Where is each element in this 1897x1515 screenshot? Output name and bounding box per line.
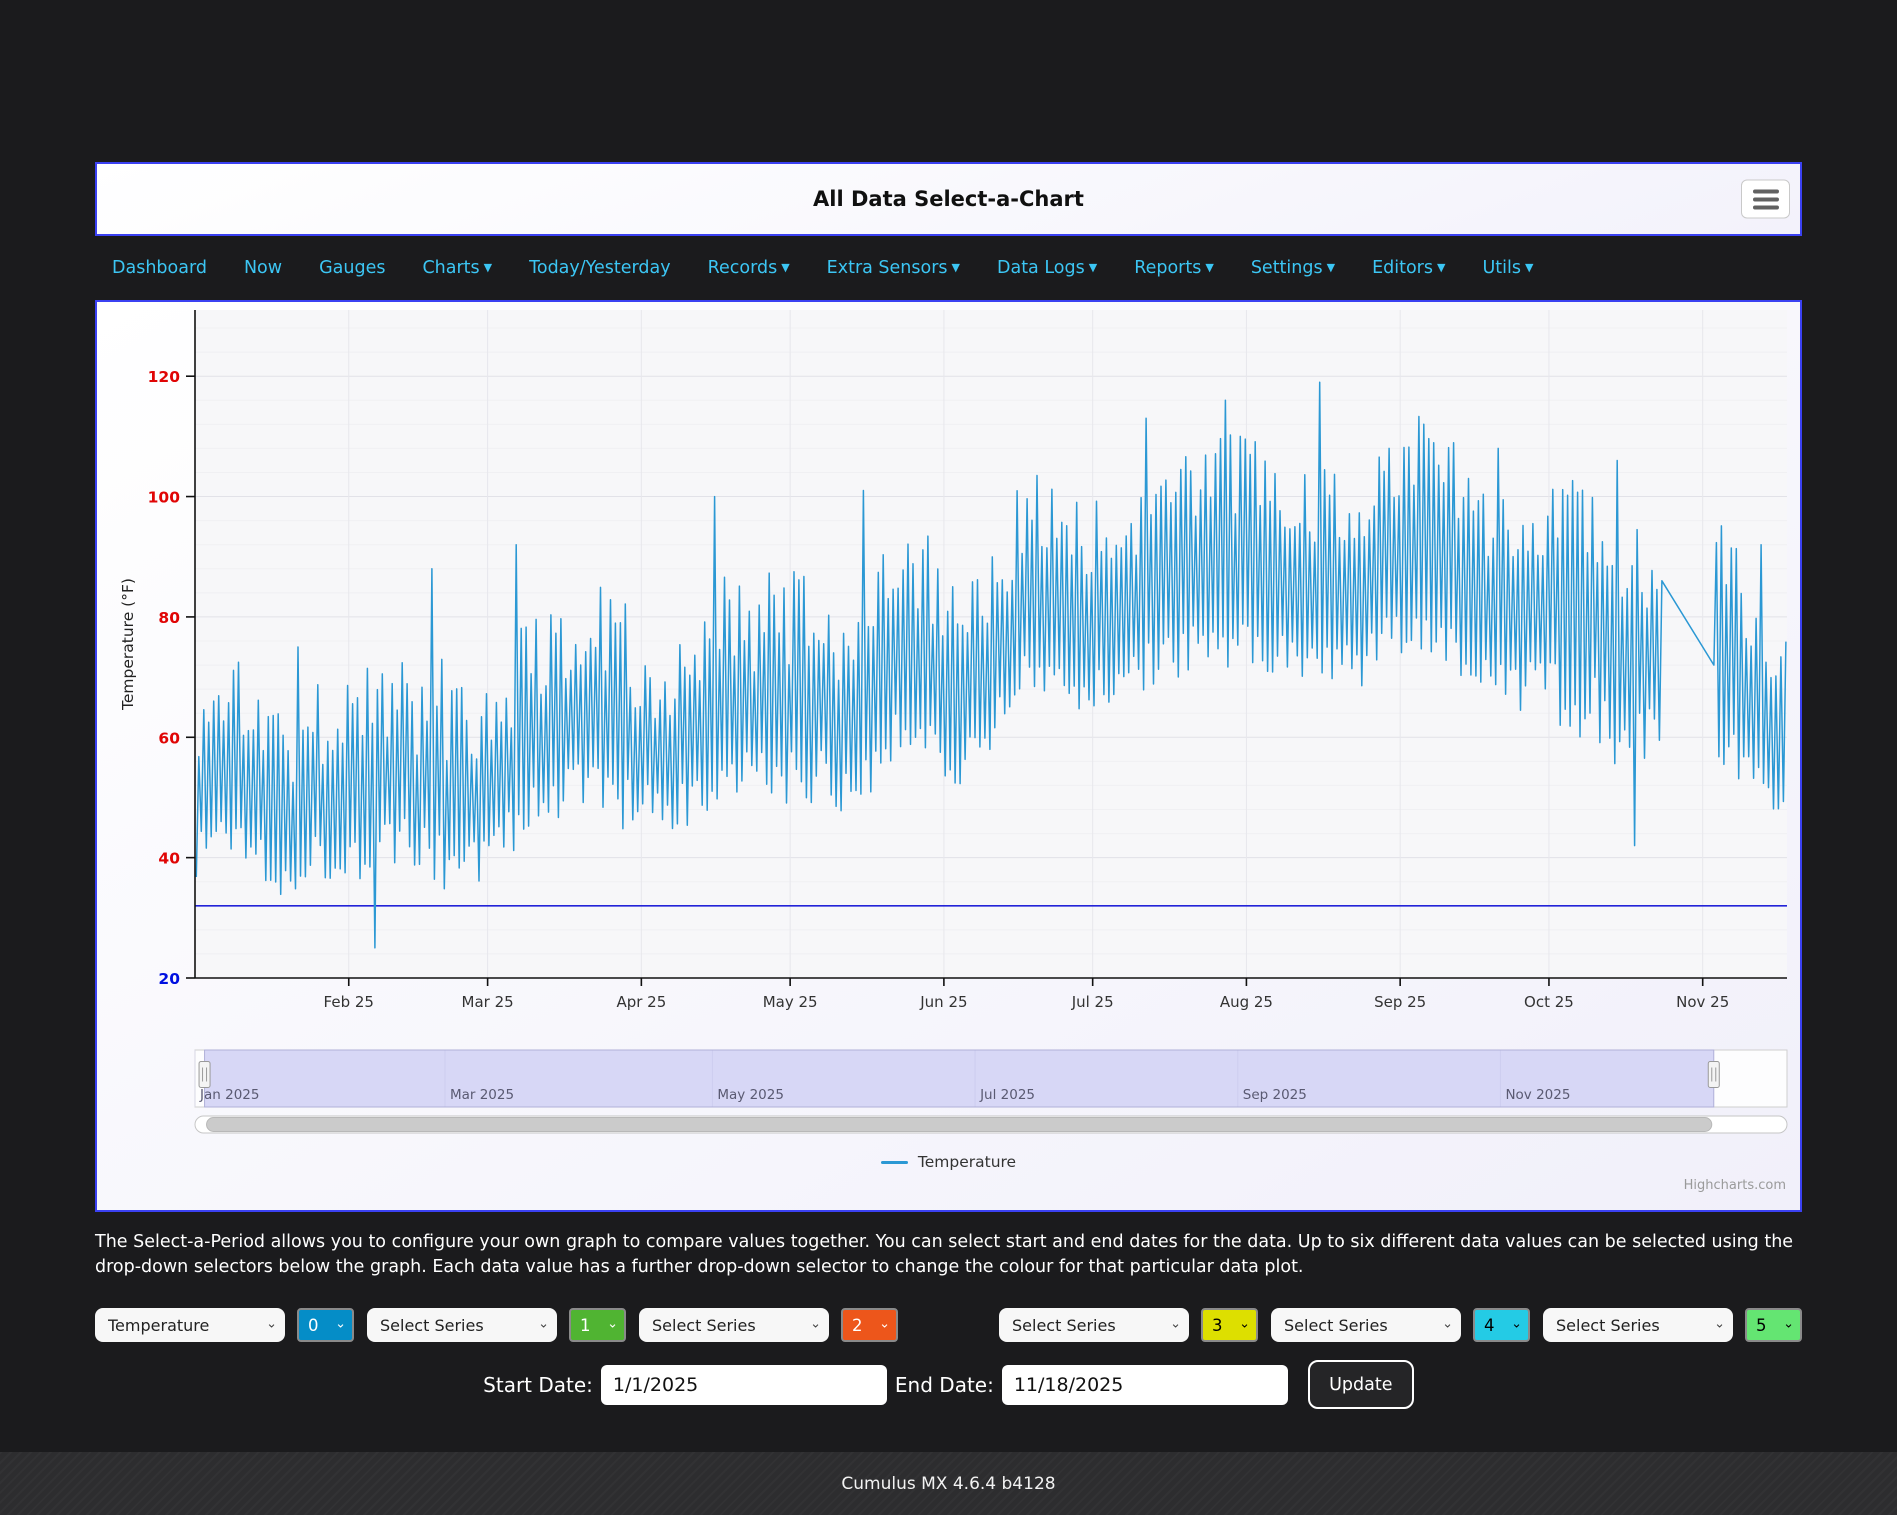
x-tick-label: Oct 25: [1524, 993, 1574, 1011]
nav-gauges[interactable]: Gauges: [319, 258, 385, 278]
color-select-4[interactable]: 3: [1201, 1308, 1258, 1342]
navigator-month-label: Jan 2025: [199, 1087, 259, 1103]
hamburger-menu-button[interactable]: [1741, 180, 1790, 219]
nav-dashboard[interactable]: Dashboard: [112, 258, 207, 278]
navigator-month-label: Nov 2025: [1505, 1087, 1570, 1103]
x-tick-label: May 25: [763, 993, 818, 1011]
chevron-down-icon: ▼: [1327, 261, 1335, 274]
main-nav: Dashboard Now Gauges Charts▼ Today/Yeste…: [95, 236, 1802, 300]
navigator-month-label: May 2025: [717, 1087, 784, 1103]
temperature-chart[interactable]: 20 40 60 80 100 120 Feb 25 Mar 25 Apr 25 May 25 Ju…: [97, 302, 1800, 1210]
y-tick-label: 60: [158, 729, 180, 747]
chevron-down-icon: ▼: [1437, 261, 1445, 274]
color-select-6[interactable]: 5: [1745, 1308, 1802, 1342]
color-select-2[interactable]: 1: [569, 1308, 626, 1342]
hamburger-icon: [1753, 189, 1779, 193]
chevron-down-icon: ▼: [1089, 261, 1097, 274]
y-tick-label: 100: [148, 489, 181, 507]
legend-line-swatch: [881, 1161, 908, 1164]
nav-utils[interactable]: Utils▼: [1482, 258, 1533, 278]
series-select-3[interactable]: Select Series: [639, 1308, 829, 1342]
start-date-input[interactable]: [601, 1365, 887, 1405]
nav-now[interactable]: Now: [244, 258, 282, 278]
x-tick-label: Jul 25: [1071, 993, 1114, 1011]
description-text: The Select-a-Period allows you to config…: [95, 1230, 1809, 1281]
y-tick-label: 80: [158, 609, 180, 627]
x-tick-label: Feb 25: [324, 993, 374, 1011]
legend-label: Temperature: [918, 1153, 1016, 1171]
navigator-handle-right[interactable]: [1708, 1062, 1719, 1088]
y-tick-label: 120: [148, 368, 181, 386]
end-date-input[interactable]: [1002, 1365, 1288, 1405]
page: All Data Select-a-Chart Dashboard Now Ga…: [0, 0, 1897, 1515]
hamburger-icon: [1753, 197, 1779, 201]
navigator-month-label: Sep 2025: [1243, 1087, 1307, 1103]
color-select-1[interactable]: 0: [297, 1308, 354, 1342]
chevron-down-icon: ▼: [484, 261, 492, 274]
nav-charts[interactable]: Charts▼: [422, 258, 492, 278]
x-tick-label: Sep 25: [1374, 993, 1426, 1011]
x-tick-label: Aug 25: [1220, 993, 1273, 1011]
chevron-down-icon: ▼: [952, 261, 960, 274]
chart-panel: 20 40 60 80 100 120 Feb 25 Mar 25 Apr 25 May 25 Ju…: [95, 300, 1802, 1212]
x-tick-label: Apr 25: [616, 993, 666, 1011]
start-date-label: Start Date:: [483, 1373, 593, 1397]
chevron-down-icon: ▼: [1525, 261, 1533, 274]
x-tick-label: Jun 25: [919, 993, 967, 1011]
end-date-label: End Date:: [895, 1373, 994, 1397]
header-bar: All Data Select-a-Chart: [95, 162, 1802, 236]
series-selector-row: Temperature⌄ 0⌄ Select Series⌄ 1⌄ Select…: [95, 1308, 1802, 1342]
nav-editors[interactable]: Editors▼: [1372, 258, 1445, 278]
series-select-6[interactable]: Select Series: [1543, 1308, 1733, 1342]
series-select-4[interactable]: Select Series: [999, 1308, 1189, 1342]
color-select-5[interactable]: 4: [1473, 1308, 1530, 1342]
color-select-3[interactable]: 2: [841, 1308, 898, 1342]
nav-today-yesterday[interactable]: Today/Yesterday: [529, 258, 670, 278]
y-tick-label: 40: [158, 850, 180, 868]
navigator-month-label: Mar 2025: [450, 1087, 514, 1103]
nav-settings[interactable]: Settings▼: [1251, 258, 1335, 278]
chevron-down-icon: ▼: [781, 261, 789, 274]
series-select-1[interactable]: Temperature: [95, 1308, 285, 1342]
series-select-2[interactable]: Select Series: [367, 1308, 557, 1342]
scrollbar-thumb[interactable]: [207, 1118, 1712, 1132]
series-select-5[interactable]: Select Series: [1271, 1308, 1461, 1342]
navigator-selected-range[interactable]: [205, 1050, 1714, 1107]
x-tick-label: Nov 25: [1676, 993, 1729, 1011]
nav-extra-sensors[interactable]: Extra Sensors▼: [827, 258, 960, 278]
chevron-down-icon: ▼: [1205, 261, 1213, 274]
navigator-month-label: Jul 2025: [979, 1087, 1035, 1103]
footer: Cumulus MX 4.6.4 b4128: [0, 1452, 1897, 1515]
app-version: Cumulus MX 4.6.4 b4128: [841, 1474, 1055, 1494]
y-axis-title: Temperature (°F): [119, 578, 137, 711]
nav-records[interactable]: Records▼: [708, 258, 790, 278]
update-button[interactable]: Update: [1308, 1360, 1414, 1409]
hamburger-icon: [1753, 205, 1779, 209]
highcharts-credit[interactable]: Highcharts.com: [1684, 1178, 1786, 1193]
x-tick-label: Mar 25: [462, 993, 514, 1011]
date-controls: Start Date: End Date: Update: [0, 1360, 1897, 1409]
page-title: All Data Select-a-Chart: [813, 187, 1084, 211]
selector-group-right: Select Series⌄ 3⌄ Select Series⌄ 4⌄ Sele…: [999, 1308, 1802, 1342]
navigator-handle-left[interactable]: [199, 1062, 210, 1088]
nav-reports[interactable]: Reports▼: [1134, 258, 1214, 278]
y-tick-label: 20: [158, 970, 180, 988]
selector-group-left: Temperature⌄ 0⌄ Select Series⌄ 1⌄ Select…: [95, 1308, 898, 1342]
chart-legend[interactable]: Temperature: [97, 1153, 1800, 1171]
nav-data-logs[interactable]: Data Logs▼: [997, 258, 1097, 278]
